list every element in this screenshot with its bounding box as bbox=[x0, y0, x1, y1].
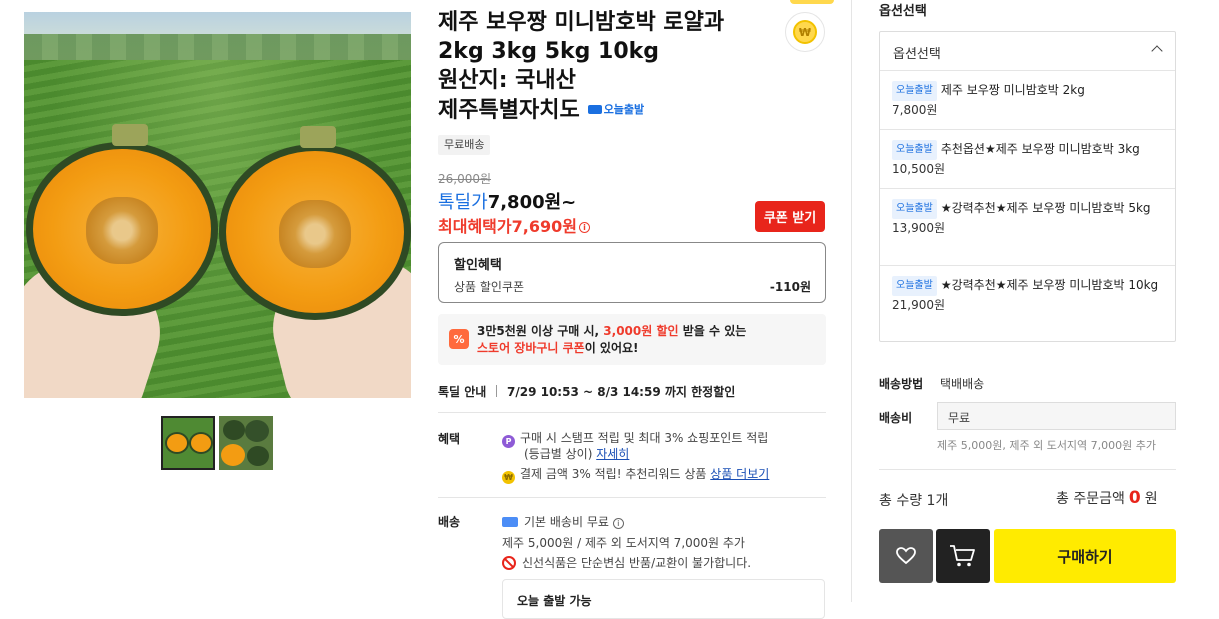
option-item[interactable]: 오늘출발 추천옵션★제주 보우짱 미니밤호박 3kg 10,500원 bbox=[880, 130, 1175, 189]
won-coin-icon: ₩ bbox=[793, 20, 817, 44]
option-item[interactable]: 오늘출발 제주 보우짱 미니밤호박 2kg 7,800원 bbox=[880, 71, 1175, 130]
option-dropdown-label: 옵션선택 bbox=[893, 47, 941, 62]
reward-coin-icon: ₩ bbox=[502, 471, 515, 484]
today-ship-text: 오늘 출발 가능 bbox=[517, 594, 592, 608]
discount-item-label: 상품 할인쿠폰 bbox=[454, 280, 525, 294]
original-price: 26,000원 bbox=[438, 172, 492, 186]
pumpkin-stem-left bbox=[112, 124, 148, 146]
total-order-amount: 총 주문금액 0 원 bbox=[1056, 488, 1158, 508]
deal-info: 톡딜 안내 7/29 10:53 ~ 8/3 14:59 까지 한정할인 bbox=[438, 383, 735, 400]
benefit-label: 혜택 bbox=[438, 432, 461, 446]
cart-icon bbox=[950, 545, 975, 567]
option-item[interactable]: 오늘출발 ★강력추천★제주 보우짱 미니밤호박 5kg 13,900원 bbox=[880, 189, 1175, 266]
product-main-image[interactable] bbox=[24, 12, 411, 398]
prohibited-icon bbox=[502, 556, 516, 570]
pumpkin-stem-right bbox=[300, 126, 336, 148]
deal-info-text: 7/29 10:53 ~ 8/3 14:59 까지 한정할인 bbox=[507, 385, 736, 399]
discount-item-value: -110원 bbox=[769, 280, 811, 294]
delivery-fee-field: 무료 bbox=[937, 402, 1176, 430]
today-badge: 오늘출발 bbox=[892, 81, 937, 101]
wishlist-button[interactable] bbox=[879, 529, 933, 583]
option-price: 21,900원 bbox=[892, 298, 946, 312]
banner-highlight: 스토어 장바구니 쿠폰 bbox=[477, 341, 585, 355]
option-price: 10,500원 bbox=[892, 162, 946, 176]
deal-price: 7,800원~ bbox=[487, 192, 577, 213]
heart-icon bbox=[896, 547, 916, 565]
shipping-line-3: 신선식품은 단순변심 반품/교환이 불가합니다. bbox=[502, 554, 751, 571]
banner-text: 받을 수 있는 bbox=[678, 324, 747, 338]
delivery-fee-label: 배송비 bbox=[879, 411, 913, 425]
product-title: 제주 보우짱 미니밤호박 로얄과 2kg 3kg 5kg 10kg 원산지: 국… bbox=[438, 8, 778, 125]
option-dropdown-header[interactable]: 옵션선택 bbox=[880, 32, 1175, 71]
title-line-3: 원산지: 국내산 bbox=[438, 68, 576, 93]
discount-box: 할인혜택 상품 할인쿠폰 -110원 bbox=[438, 242, 826, 303]
option-section-title: 옵션선택 bbox=[879, 4, 927, 19]
info-icon[interactable]: i bbox=[578, 222, 590, 233]
get-coupon-button[interactable]: 쿠폰 받기 bbox=[755, 201, 825, 232]
truck-icon bbox=[502, 517, 518, 527]
divider bbox=[438, 412, 826, 413]
option-dropdown: 옵션선택 오늘출발 제주 보우짱 미니밤호박 2kg 7,800원 오늘출발 추천옵션… bbox=[879, 31, 1176, 342]
cart-coupon-banner[interactable]: % 3만5천원 이상 구매 시, 3,000원 할인 받을 수 있는 스토어 장… bbox=[438, 314, 826, 365]
today-badge: 오늘출발 bbox=[892, 140, 937, 160]
detail-link[interactable]: 자세히 bbox=[596, 447, 629, 461]
title-line-2: 2kg 3kg 5kg 10kg bbox=[438, 39, 660, 64]
discount-header: 할인혜택 bbox=[454, 258, 502, 273]
info-icon[interactable]: i bbox=[612, 518, 624, 529]
option-name: ★강력추천★제주 보우짱 미니밤호박 10kg bbox=[940, 278, 1159, 292]
option-price: 7,800원 bbox=[892, 103, 938, 117]
today-ship-badge: 오늘출발 bbox=[587, 103, 644, 116]
max-benefit-label: 최대혜택가 bbox=[438, 217, 512, 236]
title-line-1: 제주 보우짱 미니밤호박 로얄과 bbox=[438, 10, 725, 35]
buy-button[interactable]: 구매하기 bbox=[994, 529, 1176, 583]
point-ribbon bbox=[790, 0, 834, 4]
option-price: 13,900원 bbox=[892, 221, 946, 235]
total-quantity: 총 수량 1개 bbox=[879, 493, 949, 509]
deal-price-row: 톡딜가7,800원~ bbox=[438, 188, 576, 214]
max-benefit-price: 7,690원 bbox=[511, 217, 577, 236]
total-label: 총 주문금액 bbox=[1056, 491, 1125, 507]
pumpkin-half-left bbox=[26, 142, 218, 316]
divider bbox=[438, 497, 826, 498]
shipping-line-1: 기본 배송비 무료 i bbox=[502, 513, 624, 530]
total-amount: 0 bbox=[1128, 488, 1141, 508]
delivery-method-value: 택배배송 bbox=[940, 377, 985, 391]
option-name: ★강력추천★제주 보우짱 미니밤호박 5kg bbox=[940, 201, 1151, 215]
divider bbox=[879, 469, 1176, 470]
banner-highlight: 3,000원 할인 bbox=[603, 324, 679, 338]
chevron-up-icon bbox=[1151, 45, 1163, 57]
option-name: 추천옵션★제주 보우짱 미니밤호박 3kg bbox=[940, 142, 1140, 156]
more-products-link[interactable]: 상품 더보기 bbox=[710, 467, 769, 481]
pumpkin-half-right bbox=[219, 144, 411, 320]
today-badge: 오늘출발 bbox=[892, 276, 937, 296]
total-unit: 원 bbox=[1144, 491, 1158, 507]
column-divider bbox=[851, 0, 852, 602]
free-shipping-chip: 무료배송 bbox=[438, 135, 491, 155]
banner-text: 3만5천원 이상 구매 시, bbox=[477, 324, 604, 338]
shipping-label: 배송 bbox=[438, 515, 461, 529]
deal-label: 톡딜가 bbox=[438, 192, 488, 213]
background-trees bbox=[24, 34, 411, 62]
truck-icon bbox=[587, 105, 602, 114]
max-benefit-row: 최대혜택가7,690원 i bbox=[438, 213, 590, 237]
today-badge: 오늘출발 bbox=[892, 199, 937, 219]
banner-text: 이 있어요! bbox=[584, 341, 639, 355]
benefit-line-2: (등급별 상이) 자세히 bbox=[524, 447, 630, 461]
percent-icon: % bbox=[449, 329, 469, 349]
thumbnail-1[interactable] bbox=[161, 416, 215, 470]
option-item[interactable]: 오늘출발 ★강력추천★제주 보우짱 미니밤호박 10kg 21,900원 bbox=[880, 266, 1175, 343]
shipping-line-2: 제주 5,000원 / 제주 외 도서지역 7,000원 추가 bbox=[502, 536, 745, 550]
today-ship-box[interactable]: 오늘 출발 가능 bbox=[502, 579, 825, 619]
title-line-4: 제주특별자치도 bbox=[438, 98, 580, 123]
delivery-fee-note: 제주 5,000원, 제주 외 도서지역 7,000원 추가 bbox=[937, 439, 1157, 452]
point-coin-button[interactable]: ₩ bbox=[785, 12, 825, 52]
point-p-icon: P bbox=[502, 435, 515, 448]
delivery-method-label: 배송방법 bbox=[879, 377, 924, 391]
cart-button[interactable] bbox=[936, 529, 990, 583]
option-name: 제주 보우짱 미니밤호박 2kg bbox=[940, 83, 1085, 97]
deal-info-label: 톡딜 안내 bbox=[438, 385, 487, 399]
thumbnail-2[interactable] bbox=[219, 416, 273, 470]
benefit-line-3: ₩ 결제 금액 3% 적립! 추천리워드 상품 상품 더보기 bbox=[502, 466, 769, 484]
